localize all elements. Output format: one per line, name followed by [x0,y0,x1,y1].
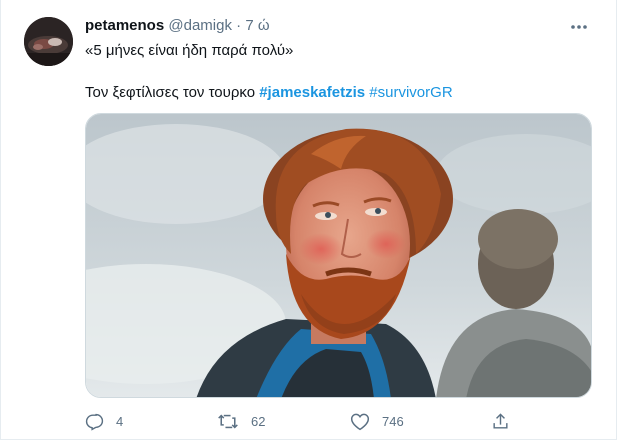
retweet-icon [218,413,238,429]
tweet-text-line-2: Τον ξεφτίλισες τον τουρκο #jameskafetzis… [85,83,453,103]
reply-count: 4 [116,413,124,429]
timestamp[interactable]: 7 ώ [245,17,269,34]
tweet-actions: 4 62 746 [1,408,616,434]
share-icon [493,412,508,429]
like-count: 746 [382,413,404,429]
share-button[interactable] [491,408,510,434]
tweet-card[interactable]: petamenos @damigk · 7 ώ «5 μήνες είναι ή… [0,0,617,440]
tweet-media-image[interactable] [85,113,592,398]
reply-icon [85,413,104,431]
more-dots-icon[interactable] [568,17,590,37]
user-handle[interactable]: @damigk [168,17,232,34]
tweet-header: petamenos @damigk · 7 ώ [85,15,270,37]
display-name[interactable]: petamenos [85,17,164,34]
retweet-button[interactable]: 62 [217,408,265,434]
separator: · [236,17,242,34]
tweet-text-line-1: «5 μήνες είναι ήδη παρά πολύ» [85,42,294,59]
hashtag-link[interactable]: #jameskafetzis [259,84,365,101]
reply-button[interactable]: 4 [85,408,123,434]
retweet-count: 62 [251,413,266,429]
avatar-image [24,17,73,66]
tweet-text: Τον ξεφτίλισες τον τουρκο [85,84,256,101]
avatar[interactable] [24,17,73,66]
heart-icon [350,413,370,430]
like-button[interactable]: 746 [350,408,404,434]
hashtag-link[interactable]: #survivorGR [369,84,452,101]
